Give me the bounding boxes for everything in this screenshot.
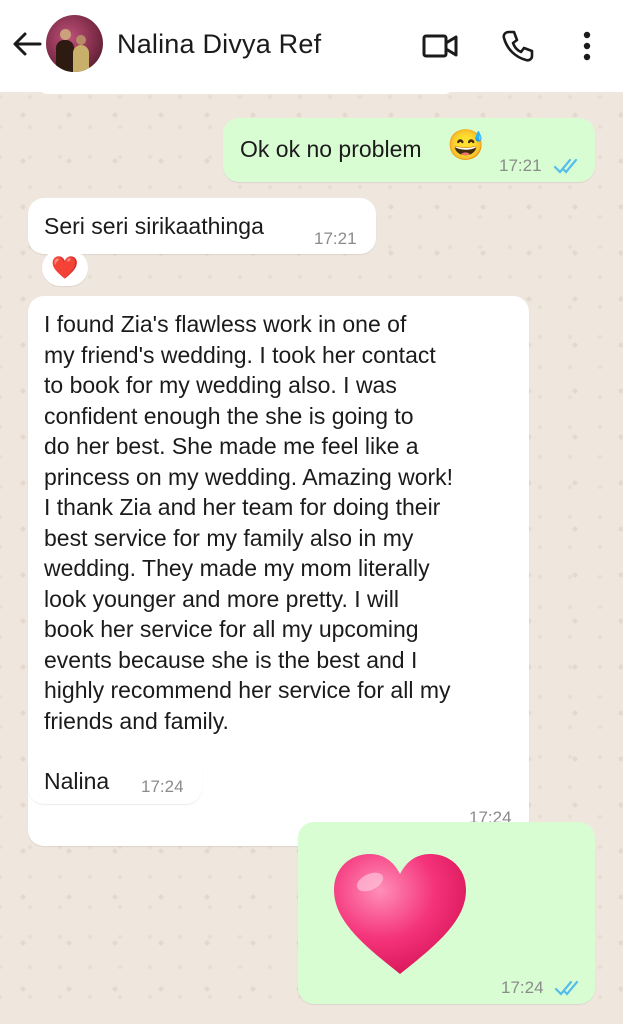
message-time: 17:24 (501, 978, 544, 997)
message-line: highly recommend her service for all my (44, 677, 451, 703)
message-text: Ok ok no problem (240, 136, 422, 162)
heart-emoji (334, 854, 466, 974)
contact-name[interactable]: Nalina Divya Ref (117, 29, 321, 60)
read-ticks-icon (553, 158, 578, 174)
message-text: Seri seri sirikaathinga (44, 213, 264, 239)
read-ticks-icon (554, 980, 579, 996)
message-text: I found Zia's flawless work in one of my… (44, 309, 453, 736)
heart-reaction-emoji: ❤️ (51, 255, 79, 280)
message-line: wedding. They made my mom literally (44, 555, 430, 581)
reaction-badge[interactable]: ❤️ (42, 250, 88, 286)
message-line: best service for my family also in my (44, 524, 414, 551)
back-arrow-icon[interactable] (10, 27, 44, 61)
sweat-smile-emoji: 😅 (447, 129, 485, 162)
video-call-icon[interactable] (422, 28, 458, 64)
message-time: 17:24 (141, 777, 184, 796)
message-line: my friend's wedding. I took her contact (44, 341, 436, 368)
message-bubble-outgoing[interactable]: 17:24 (298, 822, 595, 1004)
message-bubble-incoming[interactable]: Seri seri sirikaathinga 17:21 (28, 198, 376, 254)
voice-call-icon[interactable] (500, 28, 536, 64)
message-line: book her service for all my upcoming (44, 616, 419, 642)
chat-header: Nalina Divya Ref (0, 0, 623, 93)
message-line: I thank Zia and her team for doing their (44, 494, 441, 520)
message-line: princess on my wedding. Amazing work! (44, 463, 454, 490)
previous-message-bubble (36, 92, 456, 94)
message-text: Nalina (44, 768, 110, 794)
message-bubble-incoming[interactable]: Nalina 17:24 (28, 754, 202, 804)
message-line: I found Zia's flawless work in one of (44, 311, 407, 337)
message-bubble-outgoing[interactable]: Ok ok no problem 😅 17:21 (223, 118, 595, 182)
message-line: look younger and more pretty. I will (44, 585, 399, 612)
message-line: events because she is the best and I (44, 646, 418, 673)
chat-area[interactable]: Ok ok no problem 😅 17:21 Seri seri sirik… (0, 92, 623, 1024)
message-time: 17:21 (499, 156, 542, 175)
message-time: 17:21 (314, 229, 357, 248)
contact-avatar[interactable] (46, 15, 103, 72)
message-line: to book for my wedding also. I was (44, 372, 397, 398)
message-line: friends and family. (44, 707, 229, 734)
more-options-icon[interactable] (569, 28, 605, 64)
message-line: confident enough the she is going to (44, 402, 414, 429)
message-line: do her best. She made me feel like a (44, 433, 419, 459)
